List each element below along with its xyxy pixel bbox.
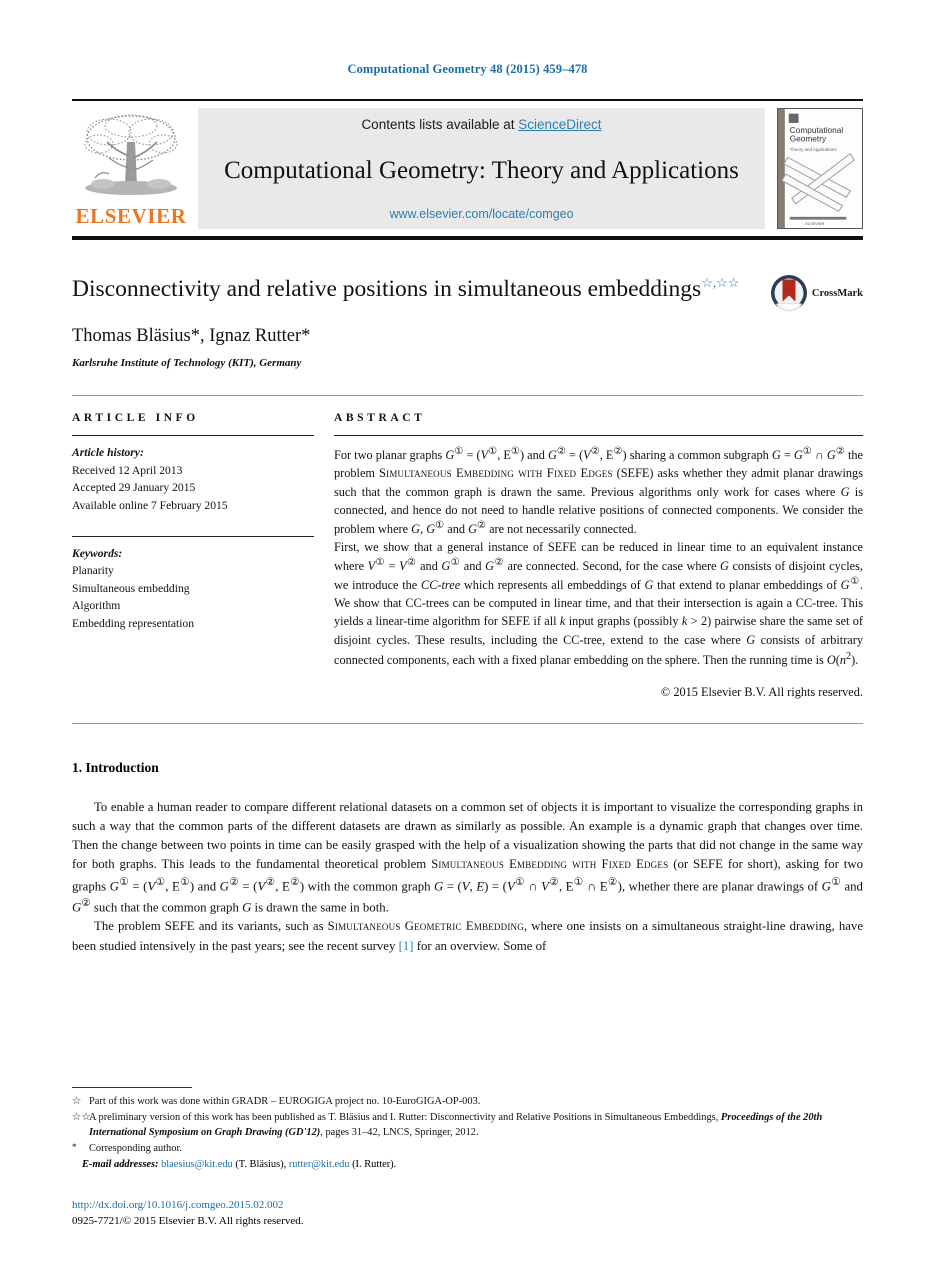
running-head: Computational Geometry 48 (2015) 459–478: [347, 62, 588, 76]
info-separator-rule: [72, 395, 863, 397]
history-received: Received 12 April 2013: [72, 463, 183, 477]
intro-seg: for an overview. Some of: [413, 938, 547, 953]
section-heading-introduction: 1. Introduction: [72, 759, 159, 775]
history-online: Available online 7 February 2015: [72, 498, 228, 512]
article-history-label: Article history:: [72, 446, 144, 460]
elsevier-logo: ELSEVIER: [72, 108, 190, 229]
abs-seg: are connected. Second, for the case wher…: [503, 559, 721, 574]
email-1-owner: (T. Bläsius),: [235, 1159, 287, 1170]
article-info-rule: [72, 435, 314, 437]
keyword-item: Planarity: [72, 564, 114, 578]
paper-title-text: Disconnectivity and relative positions i…: [72, 276, 702, 302]
footnote-1-text: Part of this work was done within GRADR …: [89, 1096, 481, 1108]
abstract-paragraph-1: For two planar graphs G① = (V①, E①) and …: [334, 446, 863, 536]
footnote-3-text: Corresponding author.: [89, 1142, 182, 1154]
journal-url-link[interactable]: www.elsevier.com/locate/comgeo: [389, 207, 573, 221]
keywords-rule: [72, 535, 314, 537]
abs-sefe-caps: Simultaneous Embedding with Fixed Edges: [378, 466, 613, 481]
intro-seg: such that the common graph: [90, 900, 243, 915]
crossmark-icon[interactable]: [770, 274, 808, 312]
title-footnote-marks[interactable]: ☆,☆☆: [701, 275, 739, 290]
svg-text:ELSEVIER: ELSEVIER: [805, 222, 824, 226]
paper-page: Computational Geometry 48 (2015) 459–478: [0, 0, 935, 1266]
keyword-item: Embedding representation: [72, 616, 195, 630]
introduction-body: To enable a human reader to compare diff…: [72, 798, 863, 956]
keyword-item: Algorithm: [72, 599, 121, 613]
abstract-paragraph-2: First, we show that a general instance o…: [334, 540, 864, 667]
footnote-2-mark: ☆☆: [72, 1111, 91, 1123]
citation-link-1[interactable]: [1]: [399, 939, 414, 953]
footnote-block: ☆ Part of this work was done within GRAD…: [72, 1087, 863, 1170]
abstract-copyright: © 2015 Elsevier B.V. All rights reserved…: [660, 684, 863, 699]
masthead-center: Contents lists available at ScienceDirec…: [198, 108, 765, 229]
author-names: Thomas Bläsius*, Ignaz Rutter*: [72, 326, 311, 347]
author-list: Thomas Bläsius*, Ignaz Rutter*: [72, 326, 743, 347]
history-accepted: Accepted 29 January 2015: [72, 481, 196, 495]
abstract-rule: [334, 435, 863, 437]
footnote-rule: [72, 1087, 192, 1089]
fn2-tail: , pages 31–42, LNCS, Springer, 2012.: [320, 1127, 479, 1139]
body-separator-rule: [72, 722, 863, 724]
intro-seg: with the common graph: [304, 878, 435, 893]
intro-sefe-caps: Simultaneous Embedding with Fixed Edges: [431, 857, 669, 872]
abs-seg: which represents all embeddings of: [460, 578, 645, 593]
abstract-body: For two planar graphs G① = (V①, E①) and …: [334, 445, 863, 701]
footnote-1-mark: ☆: [72, 1096, 82, 1108]
intro-paragraph-2: The problem SEFE and its variants, such …: [72, 917, 863, 955]
article-history: Article history: Received 12 April 2013 …: [72, 444, 314, 514]
intro-sge-caps: Simultaneous Geometric Embedding: [327, 919, 524, 934]
abs-seg: For two planar graphs: [334, 448, 446, 463]
email-line: E-mail addresses: blaesius@kit.edu (T. B…: [72, 1159, 863, 1170]
keyword-item: Simultaneous embedding: [72, 581, 190, 595]
abstract-heading: ABSTRACT: [334, 412, 426, 425]
footnote-2-text: A preliminary version of this work has b…: [89, 1110, 863, 1141]
sciencedirect-link[interactable]: ScienceDirect: [518, 117, 601, 132]
footnote-1: ☆ Part of this work was done within GRAD…: [72, 1094, 863, 1109]
journal-cover-thumbnail: Computational Geometry Theory and Applic…: [777, 108, 863, 229]
article-info-column: ARTICLE INFO Article history: Received 1…: [72, 412, 334, 701]
svg-text:Geometry: Geometry: [790, 135, 827, 144]
meta-spacer: [72, 515, 314, 526]
page-title: Disconnectivity and relative positions i…: [72, 274, 743, 304]
journal-title: Computational Geometry: Theory and Appli…: [224, 156, 739, 184]
footnote-3: * Corresponding author.: [72, 1141, 863, 1156]
footnote-3-mark: *: [72, 1141, 77, 1152]
affiliation: Karlsruhe Institute of Technology (KIT),…: [72, 357, 302, 370]
abstract-column: ABSTRACT For two planar graphs G① = (V①,…: [334, 412, 863, 701]
intro-paragraph-1: To enable a human reader to compare diff…: [72, 799, 863, 915]
email-link-2[interactable]: rutter@kit.edu: [289, 1159, 350, 1170]
intro-seg: , whether there are planar drawings of: [621, 878, 822, 893]
intro-seg: is drawn the same in both.: [251, 900, 389, 915]
email-link-1[interactable]: blaesius@kit.edu: [161, 1159, 233, 1170]
contents-prefix: Contents lists available at: [361, 117, 519, 132]
title-block: Disconnectivity and relative positions i…: [72, 274, 863, 369]
keywords-label: Keywords:: [72, 546, 123, 560]
abs-seg: that extend to planar embeddings of: [653, 578, 841, 593]
cover-art: Computational Geometry Theory and Applic…: [778, 109, 862, 228]
elsevier-tree-icon: [84, 114, 178, 195]
abs-cc-tree: CC-tree: [421, 578, 461, 593]
svg-text:Theory and Applications: Theory and Applications: [790, 147, 837, 152]
footnote-2: ☆☆ A preliminary version of this work ha…: [72, 1110, 863, 1141]
elsevier-wordmark: ELSEVIER: [75, 204, 187, 228]
keywords-block: Keywords: Planarity Simultaneous embeddi…: [72, 545, 314, 633]
doi-block: http://dx.doi.org/10.1016/j.comgeo.2015.…: [72, 1198, 304, 1230]
crossmark-badge[interactable]: CrossMark: [770, 274, 863, 312]
issn-copyright-line: 0925-7721/© 2015 Elsevier B.V. All right…: [72, 1215, 304, 1228]
abs-seg: input graphs (possibly: [565, 614, 682, 629]
doi-link[interactable]: http://dx.doi.org/10.1016/j.comgeo.2015.…: [72, 1199, 284, 1211]
email-2-owner: (I. Rutter).: [352, 1159, 397, 1170]
journal-url[interactable]: www.elsevier.com/locate/comgeo: [208, 207, 755, 221]
abs-seg: are not necessarily connected.: [486, 521, 637, 536]
masthead-bottom-rule: [72, 236, 863, 240]
info-abstract-row: ARTICLE INFO Article history: Received 1…: [72, 412, 863, 701]
journal-masthead: ELSEVIER Contents lists available at Sci…: [72, 99, 863, 240]
crossmark-label: CrossMark: [811, 287, 863, 299]
contents-line: Contents lists available at ScienceDirec…: [208, 117, 755, 132]
fn2-seg: A preliminary version of this work has b…: [89, 1111, 721, 1123]
article-info-heading: ARTICLE INFO: [72, 412, 199, 425]
intro-seg: The problem SEFE and its variants, such …: [94, 919, 328, 934]
email-label: E-mail addresses:: [82, 1159, 159, 1170]
